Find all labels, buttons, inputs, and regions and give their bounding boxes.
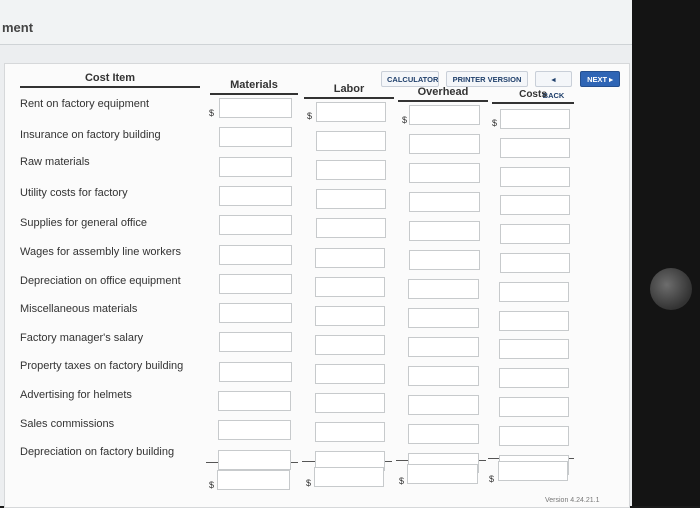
costs-input[interactable] (499, 195, 570, 216)
costs-input[interactable] (498, 425, 569, 446)
materials-input[interactable] (218, 98, 292, 118)
materials-total-input[interactable] (217, 470, 290, 490)
costs-input[interactable] (499, 339, 570, 360)
materials-input[interactable] (218, 449, 292, 470)
overhead-input[interactable] (408, 163, 480, 183)
labor-input[interactable] (315, 276, 386, 297)
costs-input[interactable] (499, 137, 570, 158)
header-underline (398, 100, 488, 102)
labor-input[interactable] (315, 189, 386, 210)
currency-symbol: $ (399, 476, 405, 486)
labor-input[interactable] (315, 218, 386, 239)
row-label-factory-manager-salary: Factory manager's salary (20, 332, 144, 344)
materials-input[interactable] (218, 361, 292, 382)
labor-input[interactable] (316, 102, 387, 122)
row-label-depreciation-office-equipment: Depreciation on office equipment (20, 275, 181, 287)
costs-input[interactable] (499, 224, 570, 245)
materials-input[interactable] (218, 215, 292, 236)
printer-version-button[interactable]: PRINTER VERSION (446, 71, 528, 87)
row-label-miscellaneous-materials: Miscellaneous materials (20, 303, 138, 315)
materials-input[interactable] (218, 185, 292, 206)
row-label-sales-commissions: Sales commissions (20, 418, 115, 430)
materials-input[interactable] (218, 391, 292, 411)
column-header-materials: Materials (230, 79, 278, 91)
column-header-overhead: Overhead (417, 86, 469, 98)
costs-input[interactable] (499, 253, 570, 273)
row-label-wages-assembly-line: Wages for assembly line workers (20, 246, 181, 258)
currency-symbol: $ (492, 118, 498, 128)
materials-input[interactable] (218, 156, 292, 177)
assignment-title: ment (2, 20, 34, 35)
materials-input[interactable] (218, 303, 292, 324)
row-label-utility-costs-factory: Utility costs for factory (20, 187, 128, 199)
header-underline (20, 86, 200, 88)
header-underline (304, 97, 394, 99)
costs-input[interactable] (500, 109, 571, 129)
row-label-rent-factory-equipment: Rent on factory equipment (20, 98, 150, 110)
currency-symbol: $ (307, 111, 313, 121)
back-button[interactable]: ◂ BACK (535, 71, 572, 100)
overhead-input[interactable] (408, 366, 480, 386)
currency-symbol: $ (306, 478, 312, 488)
labor-input[interactable] (315, 160, 386, 181)
next-button[interactable]: NEXT ▸ (580, 71, 620, 87)
materials-input[interactable] (218, 420, 292, 441)
materials-input[interactable] (218, 244, 292, 265)
materials-input[interactable] (218, 127, 292, 148)
overhead-input[interactable] (409, 105, 481, 125)
overhead-input[interactable] (408, 134, 480, 154)
costs-input[interactable] (498, 397, 569, 417)
row-label-raw-materials: Raw materials (20, 156, 90, 168)
version-text: Version 4.24.21.1 (545, 497, 600, 504)
materials-input[interactable] (218, 273, 292, 294)
row-label-insurance-factory-building: Insurance on factory building (20, 129, 161, 141)
costs-input[interactable] (499, 310, 570, 331)
overhead-input[interactable] (408, 192, 480, 212)
row-label-property-taxes-factory: Property taxes on factory building (20, 360, 184, 372)
labor-input[interactable] (315, 363, 386, 384)
labor-input[interactable] (315, 305, 386, 326)
currency-symbol: $ (489, 474, 495, 484)
overhead-input[interactable] (407, 395, 479, 415)
column-header-cost-item: Cost Item (84, 72, 136, 84)
header-underline (492, 102, 574, 104)
screen: ment CALCULATOR PRINTER VERSION ◂ BACK N… (0, 0, 632, 508)
monitor-bezel (632, 0, 700, 506)
overhead-input[interactable] (407, 424, 479, 444)
labor-input[interactable] (315, 131, 386, 152)
currency-symbol: $ (209, 480, 215, 490)
overhead-total-input[interactable] (407, 464, 478, 484)
costs-input[interactable] (499, 281, 570, 302)
materials-input[interactable] (218, 332, 292, 353)
column-header-labor: Labor (333, 83, 365, 95)
labor-input[interactable] (315, 334, 386, 355)
row-label-supplies-general-office: Supplies for general office (20, 217, 147, 229)
costs-input[interactable] (499, 166, 570, 187)
monitor-knob (650, 268, 692, 310)
overhead-input[interactable] (408, 250, 480, 270)
labor-input[interactable] (314, 422, 385, 443)
currency-symbol: $ (209, 108, 215, 118)
overhead-input[interactable] (408, 308, 480, 328)
labor-input[interactable] (314, 393, 385, 413)
labor-total-input[interactable] (314, 467, 384, 487)
costs-total-input[interactable] (498, 461, 568, 481)
column-header-costs: Costs (519, 89, 547, 100)
overhead-input[interactable] (408, 221, 480, 241)
currency-symbol: $ (402, 115, 408, 125)
row-label-depreciation-factory-building: Depreciation on factory building (20, 446, 175, 458)
row-label-advertising-helmets: Advertising for helmets (20, 389, 132, 401)
costs-input[interactable] (499, 368, 570, 389)
overhead-input[interactable] (408, 337, 480, 357)
overhead-input[interactable] (408, 279, 480, 299)
header-band: ment (0, 0, 632, 45)
header-underline (210, 93, 298, 95)
labor-input[interactable] (315, 247, 386, 268)
